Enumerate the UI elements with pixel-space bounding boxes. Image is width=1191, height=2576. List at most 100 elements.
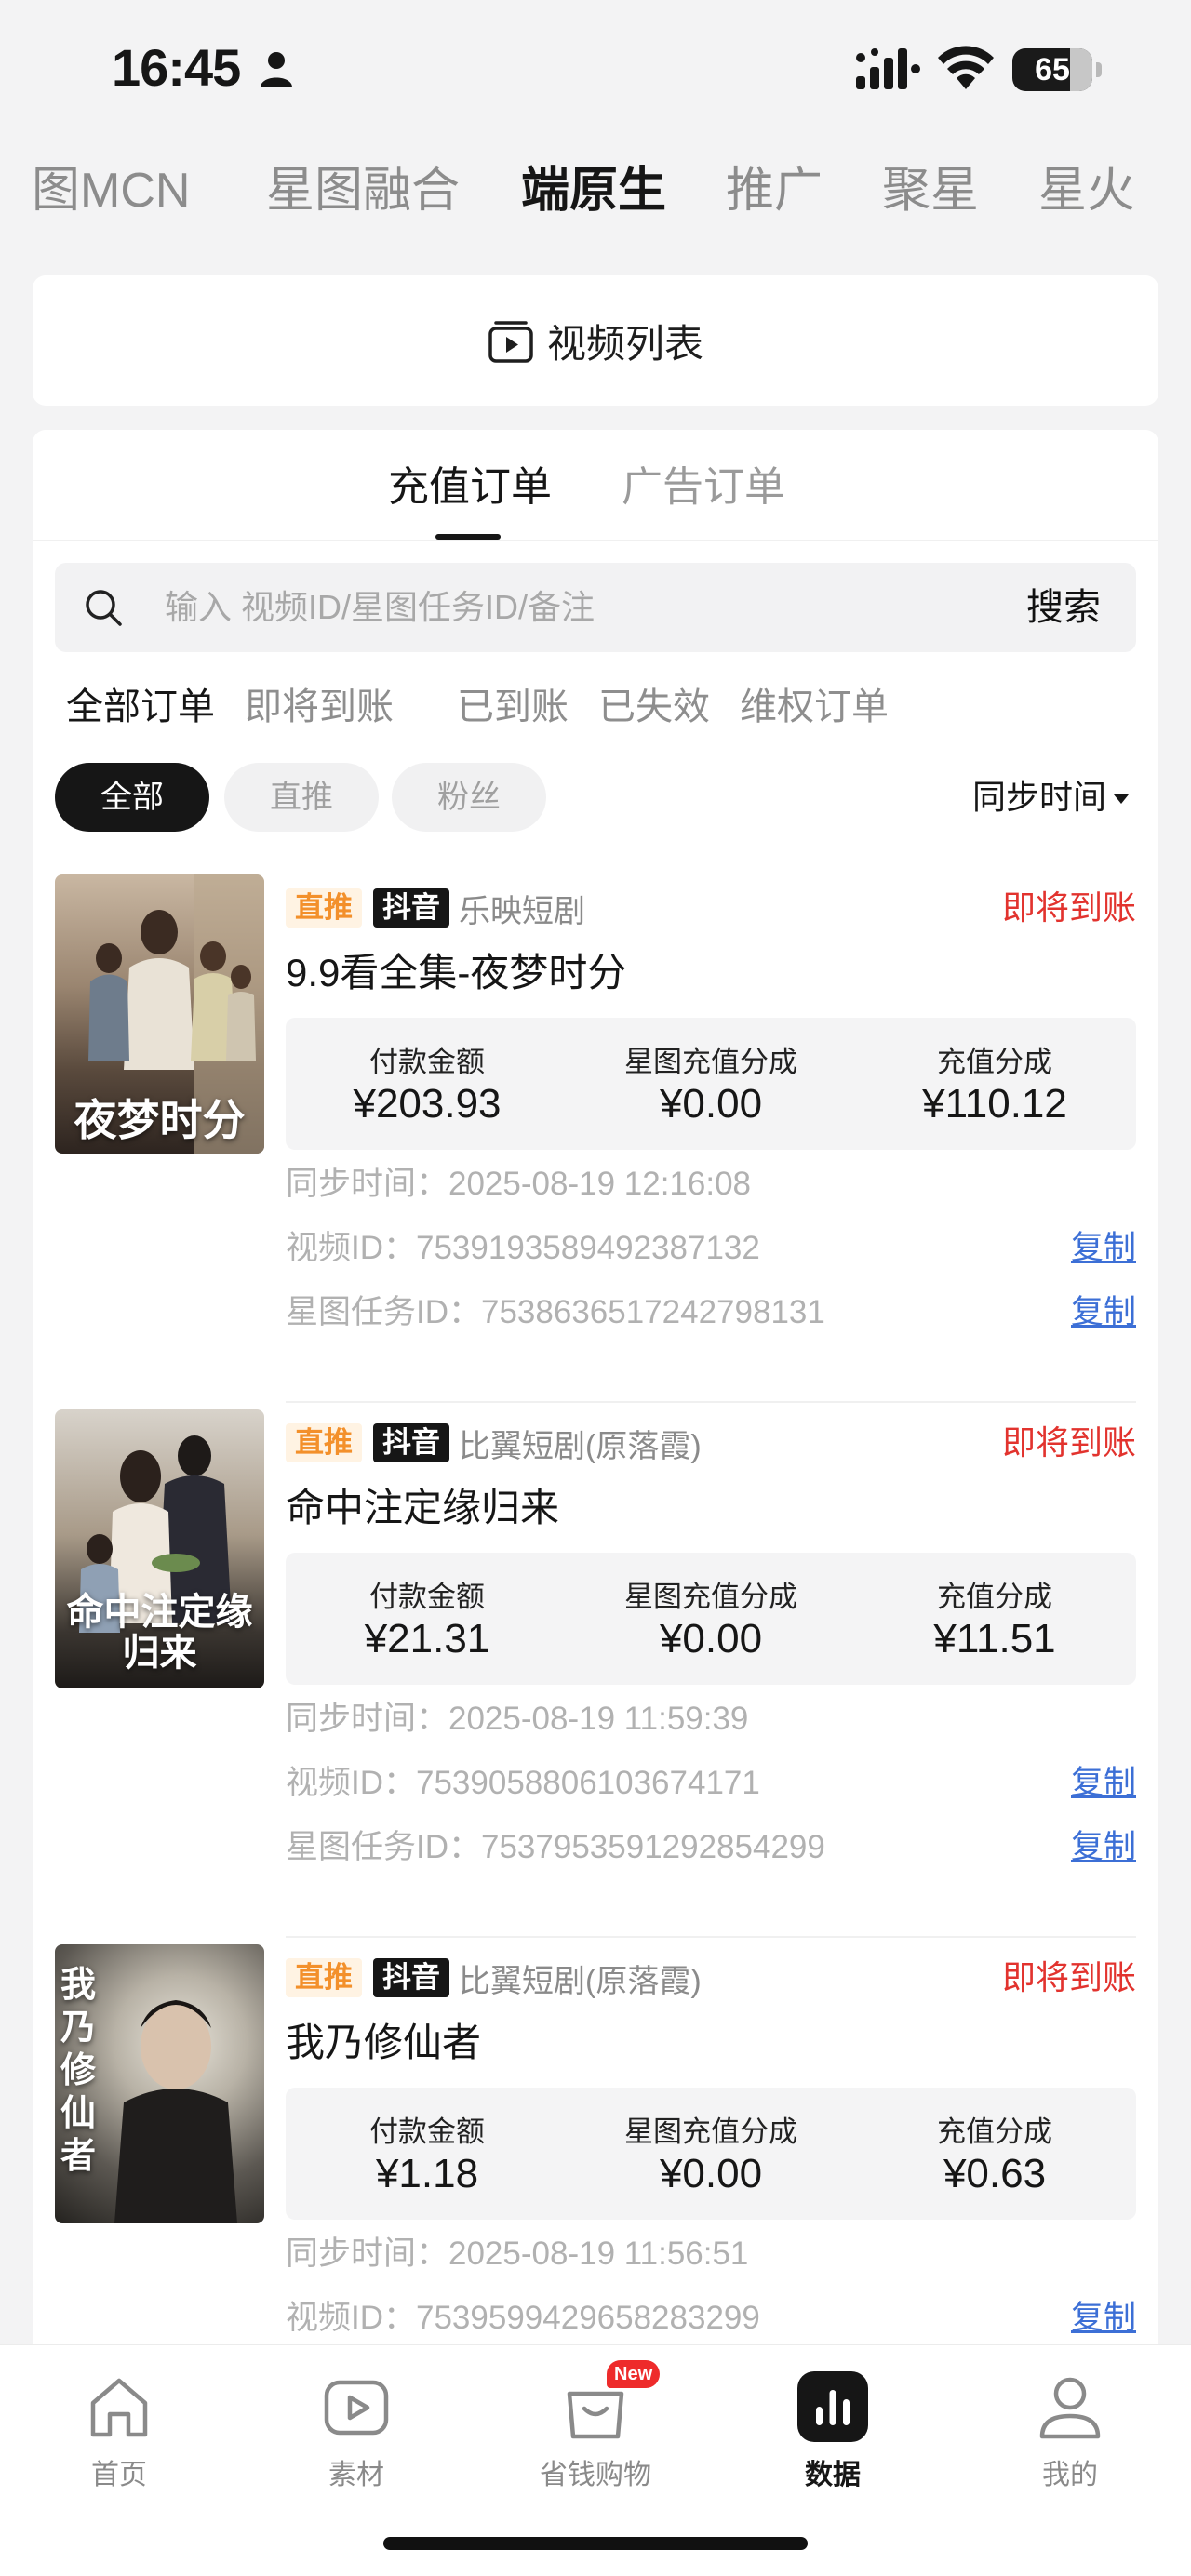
order-status: 即将到账: [1001, 1423, 1136, 1462]
nav-label: 省钱购物: [540, 2460, 651, 2490]
amount-value: ¥0.00: [659, 1081, 763, 1127]
filter-expired[interactable]: 已失效: [598, 679, 710, 735]
filter-all-orders[interactable]: 全部订单: [66, 679, 215, 735]
tab-juxing[interactable]: 聚星: [882, 156, 979, 225]
sort-sync-time[interactable]: 同步时间: [972, 763, 1129, 832]
amount-label: 星图充值分成: [624, 2116, 797, 2148]
tag-direct: 直推: [286, 1958, 362, 1997]
amount-value: ¥203.93: [353, 1081, 502, 1127]
amount-value: ¥21.31: [364, 1616, 490, 1662]
tab-xingtu-fusion[interactable]: 星图融合: [266, 156, 460, 225]
order-type-tabs: 充值订单 广告订单: [33, 430, 1158, 541]
tab-native[interactable]: 端原生: [521, 156, 666, 225]
nav-label: 素材: [328, 2460, 384, 2490]
cover-title: 我乃修仙者: [60, 1963, 97, 2176]
amount-value: ¥0.63: [943, 2151, 1047, 2196]
sync-time: 同步时间：2025-08-19 11:59:39: [286, 1701, 749, 1737]
tab-promotion[interactable]: 推广: [726, 156, 823, 225]
nav-home[interactable]: 首页: [26, 2360, 212, 2500]
order-title: 9.9看全集-夜梦时分: [286, 951, 627, 994]
pill-fans[interactable]: 粉丝: [392, 763, 546, 832]
tab-recharge-orders[interactable]: 充值订单: [388, 460, 552, 515]
drama-cover: 命中注定缘归来: [55, 1409, 264, 1688]
order-item[interactable]: 命中注定缘归来 直推 抖音 比翼短剧(原落霞) 即将到账 命中注定缘归来 付款金…: [55, 1409, 1136, 1944]
bar-chart-icon: [797, 2371, 868, 2442]
copy-task-id-button[interactable]: 复制: [1071, 1291, 1136, 1334]
search-icon: [86, 590, 122, 626]
nav-label: 数据: [805, 2460, 861, 2490]
order-tags: 直推 抖音 比翼短剧(原落霞): [286, 1422, 702, 1464]
nav-material[interactable]: 素材: [263, 2360, 449, 2500]
amounts-panel: 付款金额 ¥21.31 星图充值分成 ¥0.00 充值分成 ¥11.51: [286, 1553, 1136, 1685]
divider: [286, 1401, 1136, 1403]
amount-label: 付款金额: [369, 1581, 485, 1613]
copy-video-id-button[interactable]: 复制: [1071, 1762, 1136, 1805]
battery-level: 65: [1035, 52, 1070, 87]
caret-down-icon: [1114, 794, 1129, 805]
home-icon: [90, 2378, 148, 2437]
tag-douyin: 抖音: [373, 888, 449, 928]
amount-value: ¥110.12: [922, 1081, 1067, 1127]
search-button[interactable]: 搜索: [1026, 563, 1101, 652]
tab-xinghuo[interactable]: 星火: [1038, 156, 1135, 225]
copy-video-id-button[interactable]: 复制: [1071, 1227, 1136, 1270]
status-bar: 16:45 65: [0, 0, 1191, 140]
sort-label: 同步时间: [971, 778, 1106, 816]
home-indicator: [383, 2537, 808, 2550]
amounts-panel: 付款金额 ¥203.93 星图充值分成 ¥0.00 充值分成 ¥110.12: [286, 1018, 1136, 1150]
amount-label: 星图充值分成: [624, 1581, 797, 1613]
tab-ad-orders[interactable]: 广告订单: [622, 460, 785, 515]
cover-title: 命中注定缘归来: [66, 1590, 253, 1675]
copy-task-id-button[interactable]: 复制: [1071, 1826, 1136, 1869]
play-icon: [324, 2380, 389, 2436]
order-tags: 直推 抖音 乐映短剧: [286, 888, 585, 929]
filter-arrived[interactable]: 已到账: [457, 679, 569, 735]
order-item[interactable]: 夜梦时分 直推 抖音 乐映短剧 即将到账 9.9看全集-夜梦时分 付款金额 ¥20…: [55, 874, 1136, 1409]
amount-value: ¥1.18: [375, 2151, 479, 2196]
divider: [286, 1936, 1136, 1938]
drama-cover: 我乃修仙者: [55, 1944, 264, 2223]
video-list-label: 视频列表: [546, 321, 703, 366]
nav-label: 首页: [91, 2460, 147, 2490]
video-id: 视频ID：7539193589492387132: [286, 1230, 760, 1266]
drama-cover: 夜梦时分: [55, 874, 264, 1154]
order-source: 乐映短剧: [459, 893, 585, 929]
order-source: 比翼短剧(原落霞): [459, 1963, 702, 1999]
video-list-icon: [488, 321, 533, 363]
amounts-panel: 付款金额 ¥1.18 星图充值分成 ¥0.00 充值分成 ¥0.63: [286, 2088, 1136, 2220]
copy-video-id-button[interactable]: 复制: [1071, 2297, 1136, 2340]
amount-value: ¥0.00: [659, 2151, 763, 2196]
battery-icon: 65: [1012, 48, 1102, 91]
nav-shopping[interactable]: New 省钱购物: [502, 2360, 689, 2500]
order-title: 我乃修仙者: [286, 2021, 482, 2064]
tag-douyin: 抖音: [373, 1423, 449, 1462]
amount-label: 星图充值分成: [624, 1046, 797, 1078]
pill-direct[interactable]: 直推: [224, 763, 379, 832]
video-list-button[interactable]: 视频列表: [33, 275, 1158, 406]
orders-card: 充值订单 广告订单 输入 视频ID/星图任务ID/备注 搜索 全部订单 即将到账…: [33, 430, 1158, 2576]
filter-pending[interactable]: 即将到账: [245, 679, 394, 735]
task-id: 星图任务ID：7538636517242798131: [286, 1294, 825, 1330]
filter-dispute[interactable]: 维权订单: [740, 679, 889, 735]
amount-label: 付款金额: [369, 1046, 485, 1078]
order-status: 即将到账: [1001, 1958, 1136, 1996]
tab-mcn[interactable]: 图MCN: [32, 156, 190, 225]
order-status: 即将到账: [1001, 888, 1136, 927]
search-input[interactable]: 输入 视频ID/星图任务ID/备注: [165, 563, 595, 652]
pill-all[interactable]: 全部: [55, 763, 209, 832]
tab-indicator: [435, 534, 501, 540]
search-bar: 输入 视频ID/星图任务ID/备注 搜索: [55, 563, 1136, 652]
nav-data[interactable]: 数据: [740, 2360, 926, 2500]
order-tags: 直推 抖音 比翼短剧(原落霞): [286, 1957, 702, 1999]
nav-profile[interactable]: 我的: [977, 2360, 1163, 2500]
order-title: 命中注定缘归来: [286, 1486, 560, 1529]
new-badge: New: [607, 2360, 661, 2388]
video-id: 视频ID：7539599429658283299: [286, 2300, 760, 2336]
amount-value: ¥0.00: [659, 1616, 763, 1662]
sync-time: 同步时间：2025-08-19 12:16:08: [286, 1166, 751, 1202]
tag-direct: 直推: [286, 1423, 362, 1462]
amount-label: 充值分成: [937, 1046, 1052, 1078]
signal-icon: [856, 48, 920, 89]
video-id: 视频ID：7539058806103674171: [286, 1765, 760, 1801]
task-id: 星图任务ID：7537953591292854299: [286, 1829, 825, 1865]
